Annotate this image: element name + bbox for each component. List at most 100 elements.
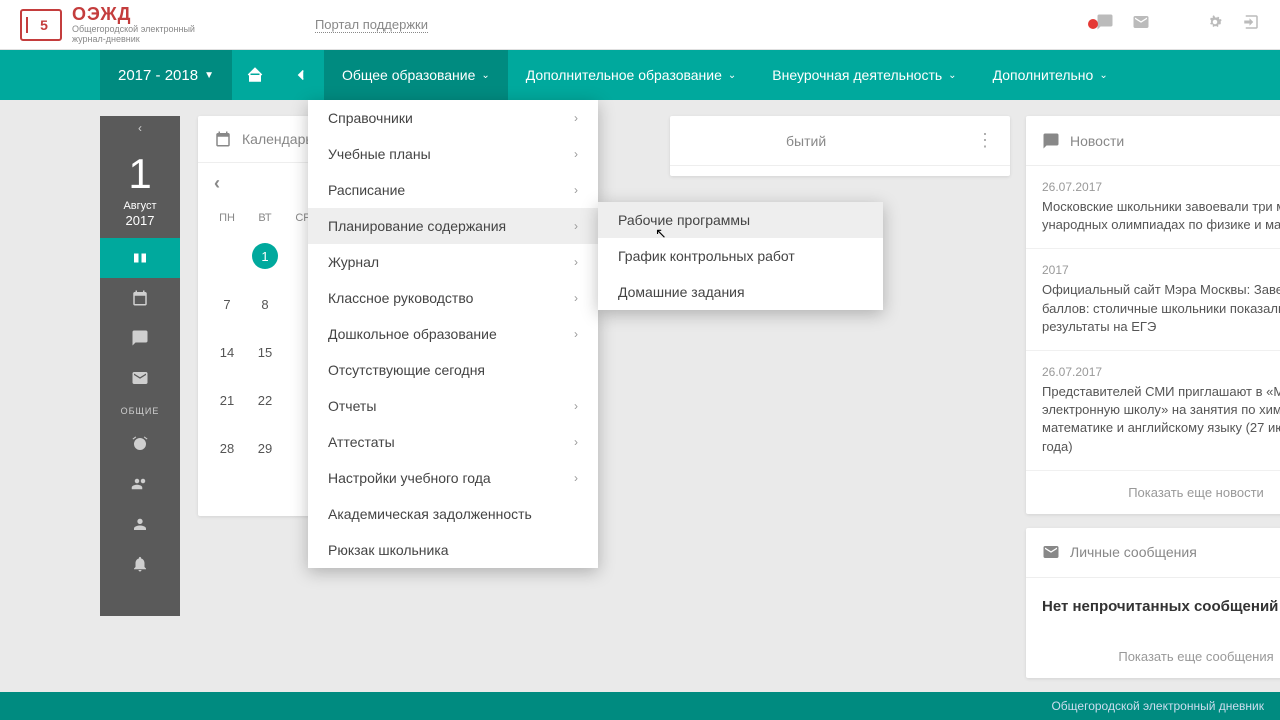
sidebar-item-bell[interactable] xyxy=(100,544,180,584)
chevron-right-icon: › xyxy=(574,219,578,233)
nav-more[interactable]: Дополнительно⌄ xyxy=(975,50,1126,100)
date-year: 2017 xyxy=(100,213,180,228)
calendar-prev[interactable]: ‹ xyxy=(214,173,220,194)
news-text: Официальный сайт Мэра Москвы: Заветные 1… xyxy=(1042,281,1280,336)
events-panel: бытий ⋮ xyxy=(670,116,1010,176)
news-date: 26.07.2017 xyxy=(1042,365,1280,379)
sidebar: ‹ 1 Август 2017 ОБЩИЕ xyxy=(100,116,180,616)
events-more-icon[interactable]: ⋮ xyxy=(976,130,994,151)
dropdown-item[interactable]: Дошкольное образование› xyxy=(308,316,598,352)
calendar-day[interactable]: 28 xyxy=(208,424,246,472)
news-item[interactable]: 26.07.2017 Московские школьники завоевали… xyxy=(1026,166,1280,249)
chevron-right-icon: › xyxy=(574,147,578,161)
dropdown-item[interactable]: Классное руководство› xyxy=(308,280,598,316)
messages-icon xyxy=(1042,543,1060,561)
messages-empty: Нет непрочитанных сообщений xyxy=(1026,578,1280,635)
chevron-right-icon: › xyxy=(574,471,578,485)
news-title: Новости xyxy=(1070,133,1124,149)
dropdown-item[interactable]: Журнал› xyxy=(308,244,598,280)
calendar-day[interactable]: 29 xyxy=(246,424,284,472)
calendar-day[interactable]: 22 xyxy=(246,376,284,424)
news-text: Московские школьники завоевали три медал… xyxy=(1042,198,1280,234)
dropdown-item[interactable]: Академическая задолженность xyxy=(308,496,598,532)
date-day: 1 xyxy=(100,150,180,198)
submenu-item[interactable]: Рабочие программы xyxy=(598,202,883,238)
news-show-more[interactable]: Показать еще новости xyxy=(1026,471,1280,514)
news-panel: Новости ⋮ 26.07.2017Московские школьники… xyxy=(1026,116,1280,514)
logo[interactable]: 5 ОЭЖД Общегородской электронный журнал-… xyxy=(20,4,195,45)
sidebar-collapse[interactable]: ‹ xyxy=(100,116,180,140)
calendar-weekday: ВТ xyxy=(246,204,284,232)
sidebar-item-calendar[interactable] xyxy=(100,278,180,318)
date-month: Август xyxy=(100,200,180,212)
submenu: Рабочие программыГрафик контрольных рабо… xyxy=(598,202,883,310)
messages-show-more[interactable]: Показать еще сообщения xyxy=(1026,635,1280,678)
back-icon[interactable] xyxy=(278,50,324,100)
dropdown-item[interactable]: Аттестаты› xyxy=(308,424,598,460)
calendar-icon xyxy=(214,130,232,148)
events-title: бытий xyxy=(786,133,826,149)
chevron-right-icon: › xyxy=(574,255,578,269)
news-item[interactable]: 26.07.2017 Представителей СМИ приглашают … xyxy=(1026,351,1280,471)
nav-general-education[interactable]: Общее образование⌄ xyxy=(324,50,508,100)
nav-extracurricular[interactable]: Внеурочная деятельность⌄ xyxy=(754,50,974,100)
calendar-day[interactable]: 8 xyxy=(246,280,284,328)
sidebar-item-mail[interactable] xyxy=(100,358,180,398)
logo-subtitle-2: журнал-дневник xyxy=(72,35,195,45)
submenu-item[interactable]: График контрольных работ xyxy=(598,238,883,274)
news-date: 2017 xyxy=(1042,263,1280,277)
news-item[interactable]: 2017 Официальный сайт Мэра Москвы: Заветн… xyxy=(1026,249,1280,351)
messages-title: Личные сообщения xyxy=(1070,544,1197,560)
chevron-right-icon: › xyxy=(574,111,578,125)
calendar-day[interactable]: 21 xyxy=(208,376,246,424)
sidebar-item-book[interactable] xyxy=(100,238,180,278)
chevron-right-icon: › xyxy=(574,435,578,449)
dropdown-item[interactable]: Учебные планы› xyxy=(308,136,598,172)
footer: Общегородской электронный дневник xyxy=(0,692,1280,720)
calendar-day[interactable]: 7 xyxy=(208,280,246,328)
notification-badge xyxy=(1088,19,1098,29)
dropdown-item[interactable]: Отсутствующие сегодня xyxy=(308,352,598,388)
calendar-day xyxy=(208,232,246,280)
sidebar-item-people[interactable] xyxy=(100,464,180,504)
sidebar-item-alarm[interactable] xyxy=(100,424,180,464)
chevron-right-icon: › xyxy=(574,399,578,413)
calendar-day[interactable]: 15 xyxy=(246,328,284,376)
calendar-weekday: ПН xyxy=(208,204,246,232)
logout-icon[interactable] xyxy=(1242,13,1260,36)
dropdown-item[interactable]: Расписание› xyxy=(308,172,598,208)
submenu-item[interactable]: Домашние задания xyxy=(598,274,883,310)
chevron-right-icon: › xyxy=(574,183,578,197)
chevron-right-icon: › xyxy=(574,291,578,305)
dropdown-item[interactable]: Планирование содержания› xyxy=(308,208,598,244)
settings-icon[interactable] xyxy=(1206,13,1224,36)
calendar-day[interactable]: 14 xyxy=(208,328,246,376)
dropdown-item[interactable]: Отчеты› xyxy=(308,388,598,424)
chevron-right-icon: › xyxy=(574,327,578,341)
sidebar-item-group[interactable] xyxy=(100,504,180,544)
news-date: 26.07.2017 xyxy=(1042,180,1280,194)
calendar-title: Календарь xyxy=(242,131,313,147)
logo-title: ОЭЖД xyxy=(72,4,195,25)
logo-icon: 5 xyxy=(20,9,62,41)
calendar-day[interactable]: 1 xyxy=(246,232,284,280)
nav-bar: 2017 - 2018▼ Общее образование⌄ Дополнит… xyxy=(0,50,1280,100)
dropdown-item[interactable]: Рюкзак школьника xyxy=(308,532,598,568)
sidebar-item-chat[interactable] xyxy=(100,318,180,358)
dropdown-item[interactable]: Настройки учебного года› xyxy=(308,460,598,496)
footer-text: Общегородской электронный дневник xyxy=(1051,699,1264,713)
messages-panel: Личные сообщения ⋮ Нет непрочитанных соо… xyxy=(1026,528,1280,678)
notification-icon[interactable] xyxy=(1096,13,1114,36)
news-text: Представителей СМИ приглашают в «Московс… xyxy=(1042,383,1280,456)
nav-additional-education[interactable]: Дополнительное образование⌄ xyxy=(508,50,755,100)
home-icon[interactable] xyxy=(232,50,278,100)
dropdown-menu: Справочники›Учебные планы›Расписание›Пла… xyxy=(308,100,598,568)
sidebar-section-label: ОБЩИЕ xyxy=(121,406,160,416)
support-link[interactable]: Портал поддержки xyxy=(315,17,428,33)
dropdown-item[interactable]: Справочники› xyxy=(308,100,598,136)
mail-icon[interactable] xyxy=(1132,13,1150,36)
date-block: 1 Август 2017 xyxy=(100,140,180,238)
year-selector[interactable]: 2017 - 2018▼ xyxy=(100,50,232,100)
news-icon xyxy=(1042,132,1060,150)
top-header: 5 ОЭЖД Общегородской электронный журнал-… xyxy=(0,0,1280,50)
